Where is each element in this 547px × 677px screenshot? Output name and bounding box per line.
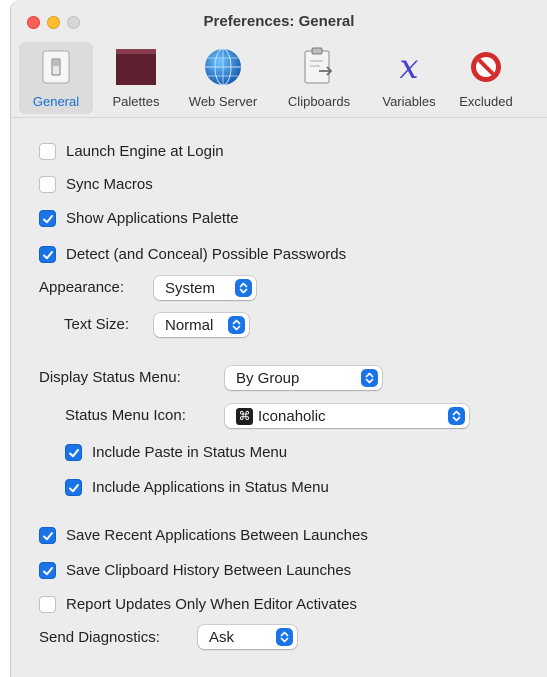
checkmark-icon — [42, 214, 53, 223]
send-diagnostics-label: Send Diagnostics: — [39, 629, 160, 646]
show-palette-checkbox[interactable] — [39, 210, 56, 227]
launch-engine-setting[interactable]: Launch Engine at Login — [39, 143, 224, 160]
title-bar: Preferences: General General Palettes We… — [11, 0, 547, 118]
detect-passwords-label: Detect (and Conceal) Possible Passwords — [66, 246, 347, 263]
include-apps-label: Include Applications in Status Menu — [92, 479, 329, 496]
tab-excluded[interactable]: Excluded — [451, 42, 521, 114]
sync-macros-setting[interactable]: Sync Macros — [39, 176, 153, 193]
tab-clipboards-label: Clipboards — [287, 94, 351, 109]
include-paste-label: Include Paste in Status Menu — [92, 444, 288, 461]
tab-general[interactable]: General — [19, 42, 93, 114]
save-clipboard-setting[interactable]: Save Clipboard History Between Launches — [39, 562, 351, 579]
tab-palettes[interactable]: Palettes — [101, 42, 171, 114]
general-settings-pane: Launch Engine at Login Sync Macros Show … — [11, 119, 547, 677]
clipboard-icon — [298, 46, 340, 88]
display-status-menu-value: By Group — [236, 369, 300, 387]
svg-text:x: x — [399, 47, 418, 87]
status-menu-icon-value: Iconaholic — [258, 407, 326, 425]
preferences-window: Preferences: General General Palettes We… — [10, 0, 547, 677]
text-size-label: Text Size: — [64, 316, 130, 333]
launch-engine-checkbox[interactable] — [39, 143, 56, 160]
include-paste-setting[interactable]: Include Paste in Status Menu — [65, 444, 287, 461]
status-menu-icon-select[interactable]: ⌘ Iconaholic — [225, 404, 469, 428]
include-apps-setting[interactable]: Include Applications in Status Menu — [65, 479, 329, 496]
globe-icon — [202, 46, 244, 88]
report-updates-setting[interactable]: Report Updates Only When Editor Activate… — [39, 596, 357, 613]
text-size-select[interactable]: Normal — [154, 313, 249, 337]
report-updates-checkbox[interactable] — [39, 596, 56, 613]
send-diagnostics-value: Ask — [209, 628, 235, 646]
save-recent-apps-setting[interactable]: Save Recent Applications Between Launche… — [39, 527, 368, 544]
command-key-icon: ⌘ — [236, 407, 253, 425]
tab-variables[interactable]: x Variables — [373, 42, 445, 114]
chevron-updown-icon — [235, 279, 252, 297]
appearance-select[interactable]: System — [154, 276, 256, 300]
save-recent-apps-checkbox[interactable] — [39, 527, 56, 544]
appearance-value: System — [165, 279, 216, 297]
status-menu-icon-label: Status Menu Icon: — [65, 407, 186, 424]
sync-macros-label: Sync Macros — [66, 176, 153, 193]
display-status-menu-label: Display Status Menu: — [39, 369, 181, 386]
window-title: Preferences: General — [203, 13, 355, 30]
launch-engine-label: Launch Engine at Login — [66, 143, 224, 160]
checkmark-icon — [42, 566, 53, 575]
tab-web-server-label: Web Server — [188, 94, 258, 109]
tab-web-server[interactable]: Web Server — [179, 42, 267, 114]
save-clipboard-label: Save Clipboard History Between Launches — [66, 562, 352, 579]
general-switch-icon — [35, 46, 77, 88]
appearance-label: Appearance: — [39, 279, 125, 296]
tab-general-label: General — [32, 94, 80, 109]
chevron-updown-icon — [276, 628, 293, 646]
chevron-updown-icon — [448, 407, 465, 425]
detect-passwords-setting[interactable]: Detect (and Conceal) Possible Passwords — [39, 246, 346, 263]
tab-variables-label: Variables — [382, 94, 436, 109]
display-status-menu-select[interactable]: By Group — [225, 366, 382, 390]
variable-x-icon: x — [388, 46, 430, 88]
save-clipboard-checkbox[interactable] — [39, 562, 56, 579]
tab-excluded-label: Excluded — [459, 94, 513, 109]
show-palette-setting[interactable]: Show Applications Palette — [39, 210, 239, 227]
checkmark-icon — [68, 448, 79, 457]
checkmark-icon — [42, 531, 53, 540]
show-palette-label: Show Applications Palette — [66, 210, 239, 227]
detect-passwords-checkbox[interactable] — [39, 246, 56, 263]
report-updates-label: Report Updates Only When Editor Activate… — [66, 596, 357, 613]
prohibited-icon — [465, 46, 507, 88]
send-diagnostics-select[interactable]: Ask — [198, 625, 297, 649]
chevron-updown-icon — [361, 369, 378, 387]
include-apps-checkbox[interactable] — [65, 479, 82, 496]
save-recent-apps-label: Save Recent Applications Between Launche… — [66, 527, 368, 544]
checkmark-icon — [68, 483, 79, 492]
tab-palettes-label: Palettes — [112, 94, 160, 109]
checkmark-icon — [42, 250, 53, 259]
tab-clipboards[interactable]: Clipboards — [277, 42, 361, 114]
preferences-toolbar: General Palettes Web Server Clipboards x… — [15, 42, 547, 114]
chevron-updown-icon — [228, 316, 245, 334]
sync-macros-checkbox[interactable] — [39, 176, 56, 193]
include-paste-checkbox[interactable] — [65, 444, 82, 461]
text-size-value: Normal — [165, 316, 214, 334]
palette-window-icon — [115, 46, 157, 88]
